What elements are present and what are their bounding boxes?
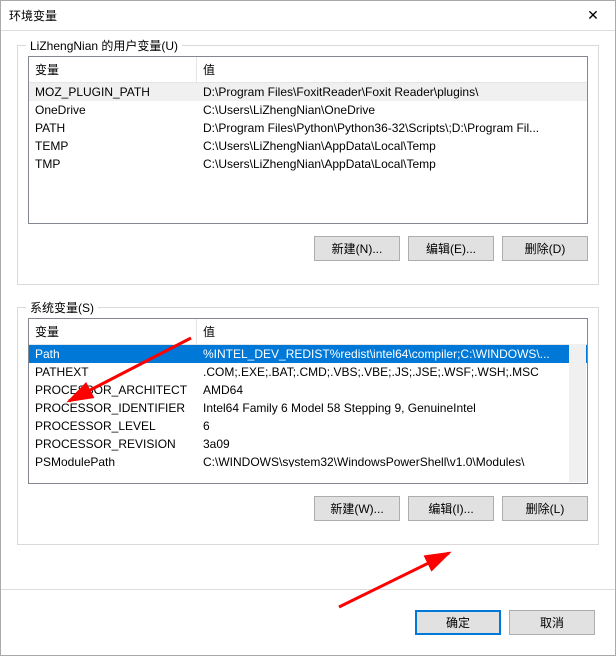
ok-button[interactable]: 确定	[415, 610, 501, 635]
var-name: PROCESSOR_IDENTIFIER	[29, 399, 197, 417]
system-buttons-row: 新建(W)... 编辑(I)... 删除(L)	[28, 496, 588, 521]
table-row[interactable]: PROCESSOR_ARCHITECT AMD64	[29, 381, 587, 399]
user-header-name[interactable]: 变量	[29, 57, 197, 82]
system-group-label: 系统变量(S)	[26, 299, 98, 316]
title-bar: 环境变量 ✕	[1, 1, 615, 31]
table-row[interactable]: PROCESSOR_REVISION 3a09	[29, 435, 587, 453]
table-row[interactable]: PSModulePath C:\WINDOWS\system32\Windows…	[29, 453, 587, 467]
scrollbar[interactable]	[569, 344, 586, 482]
var-name: TMP	[29, 155, 197, 173]
var-name: PATH	[29, 119, 197, 137]
system-variables-list[interactable]: 变量 值 Path %INTEL_DEV_REDIST%redist\intel…	[28, 318, 588, 484]
table-row[interactable]: TEMP C:\Users\LiZhengNian\AppData\Local\…	[29, 137, 587, 155]
system-header-name[interactable]: 变量	[29, 319, 197, 344]
system-variables-group: 系统变量(S) 变量 值 Path %INTEL_DEV_REDIST%redi…	[17, 307, 599, 545]
var-name: Path	[29, 345, 197, 363]
user-edit-button[interactable]: 编辑(E)...	[408, 236, 494, 261]
system-list-header: 变量 值	[29, 319, 587, 345]
user-buttons-row: 新建(N)... 编辑(E)... 删除(D)	[28, 236, 588, 261]
var-name: PATHEXT	[29, 363, 197, 381]
user-variables-list[interactable]: 变量 值 MOZ_PLUGIN_PATH D:\Program Files\Fo…	[28, 56, 588, 224]
var-name: PROCESSOR_LEVEL	[29, 417, 197, 435]
table-row[interactable]: PATH D:\Program Files\Python\Python36-32…	[29, 119, 587, 137]
user-variables-group: LiZhengNian 的用户变量(U) 变量 值 MOZ_PLUGIN_PAT…	[17, 45, 599, 285]
var-value: 3a09	[197, 435, 587, 453]
cancel-button[interactable]: 取消	[509, 610, 595, 635]
user-delete-button[interactable]: 删除(D)	[502, 236, 588, 261]
table-row[interactable]: PROCESSOR_LEVEL 6	[29, 417, 587, 435]
close-button[interactable]: ✕	[571, 1, 615, 30]
var-value: C:\Users\LiZhengNian\AppData\Local\Temp	[197, 155, 587, 173]
table-row[interactable]: TMP C:\Users\LiZhengNian\AppData\Local\T…	[29, 155, 587, 173]
system-delete-button[interactable]: 删除(L)	[502, 496, 588, 521]
var-name: PSModulePath	[29, 453, 197, 467]
var-value: .COM;.EXE;.BAT;.CMD;.VBS;.VBE;.JS;.JSE;.…	[197, 363, 587, 381]
var-value: C:\Users\LiZhengNian\OneDrive	[197, 101, 587, 119]
dialog-content: LiZhengNian 的用户变量(U) 变量 值 MOZ_PLUGIN_PAT…	[1, 31, 615, 589]
var-value: C:\WINDOWS\system32\WindowsPowerShell\v1…	[197, 453, 587, 467]
var-value: D:\Program Files\FoxitReader\Foxit Reade…	[197, 83, 587, 101]
user-new-button[interactable]: 新建(N)...	[314, 236, 400, 261]
var-name: TEMP	[29, 137, 197, 155]
system-edit-button[interactable]: 编辑(I)...	[408, 496, 494, 521]
table-row[interactable]: Path %INTEL_DEV_REDIST%redist\intel64\co…	[29, 345, 587, 363]
var-value: 6	[197, 417, 587, 435]
table-row[interactable]: PATHEXT .COM;.EXE;.BAT;.CMD;.VBS;.VBE;.J…	[29, 363, 587, 381]
table-row[interactable]: OneDrive C:\Users\LiZhengNian\OneDrive	[29, 101, 587, 119]
var-name: OneDrive	[29, 101, 197, 119]
user-group-label: LiZhengNian 的用户变量(U)	[26, 37, 182, 54]
window-title: 环境变量	[9, 7, 57, 24]
var-value: D:\Program Files\Python\Python36-32\Scri…	[197, 119, 587, 137]
table-row[interactable]: PROCESSOR_IDENTIFIER Intel64 Family 6 Mo…	[29, 399, 587, 417]
var-name: PROCESSOR_REVISION	[29, 435, 197, 453]
var-value: %INTEL_DEV_REDIST%redist\intel64\compile…	[197, 345, 587, 363]
var-name: PROCESSOR_ARCHITECT	[29, 381, 197, 399]
var-value: AMD64	[197, 381, 587, 399]
close-icon: ✕	[587, 7, 599, 24]
user-list-header: 变量 值	[29, 57, 587, 83]
user-list-body: MOZ_PLUGIN_PATH D:\Program Files\FoxitRe…	[29, 83, 587, 223]
table-row[interactable]: MOZ_PLUGIN_PATH D:\Program Files\FoxitRe…	[29, 83, 587, 101]
user-header-value[interactable]: 值	[197, 57, 587, 82]
var-value: Intel64 Family 6 Model 58 Stepping 9, Ge…	[197, 399, 587, 417]
var-name: MOZ_PLUGIN_PATH	[29, 83, 197, 101]
system-list-body: Path %INTEL_DEV_REDIST%redist\intel64\co…	[29, 345, 587, 467]
system-new-button[interactable]: 新建(W)...	[314, 496, 400, 521]
dialog-footer: 确定 取消	[1, 589, 615, 655]
var-value: C:\Users\LiZhengNian\AppData\Local\Temp	[197, 137, 587, 155]
system-header-value[interactable]: 值	[197, 319, 587, 344]
